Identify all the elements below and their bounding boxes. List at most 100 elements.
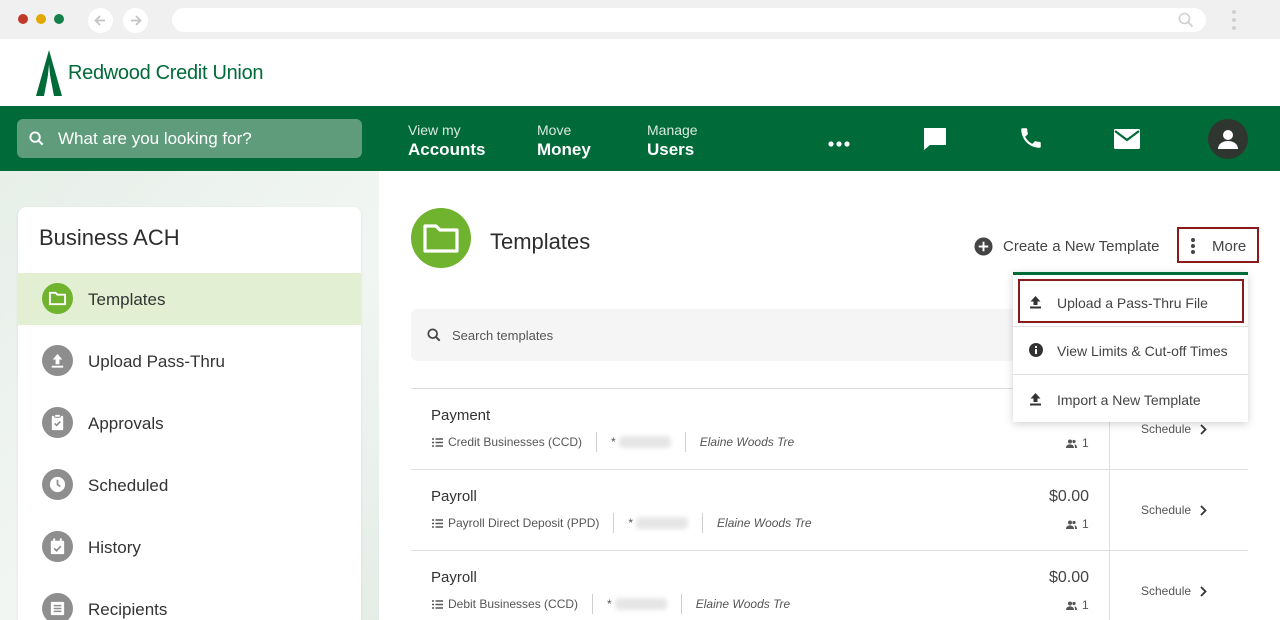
template-type: Payroll Direct Deposit (PPD) (448, 516, 600, 530)
address-bar[interactable] (172, 8, 1206, 32)
info-icon (1029, 343, 1043, 357)
template-amount: $0.00 (1048, 488, 1089, 505)
chevron-right-icon (1200, 504, 1207, 516)
menu-item-label: View Limits & Cut-off Times (1057, 343, 1228, 359)
search-icon (1178, 12, 1194, 28)
more-horizontal-icon[interactable] (827, 135, 851, 153)
global-search-input[interactable]: What are you looking for? (17, 119, 362, 158)
sidebar-item-label: Approvals (88, 414, 164, 433)
menu-item-view-limits[interactable]: View Limits & Cut-off Times (1013, 327, 1248, 375)
brand-name: Redwood Credit Union (68, 61, 264, 84)
user-avatar-icon[interactable] (1208, 119, 1248, 159)
search-icon (427, 328, 441, 342)
sidebar-item-label: Templates (88, 290, 166, 309)
window-close-dot[interactable] (18, 14, 28, 24)
sidebar-title: Business ACH (39, 225, 180, 250)
template-search-placeholder: Search templates (452, 328, 554, 343)
sidebar-item-label: Recipients (88, 600, 168, 619)
nav-manage-users-big: Users (647, 140, 695, 159)
plus-circle-icon (974, 236, 993, 256)
nav-view-accounts-small: View my (408, 122, 461, 138)
browser-forward-button[interactable] (123, 8, 148, 33)
template-users: 1 (1066, 598, 1089, 612)
account-prefix: * (628, 516, 634, 530)
template-user-count: 1 (1082, 436, 1089, 450)
logo-bar: Redwood Credit Union (0, 39, 1280, 106)
schedule-link[interactable]: Schedule (1141, 422, 1207, 436)
chevron-right-icon (1200, 585, 1207, 597)
folder-icon (42, 283, 73, 314)
sidebar-item-label: Upload Pass-Thru (88, 352, 226, 371)
template-meta: Payroll Direct Deposit (PPD) * Elaine Wo… (432, 513, 812, 533)
window-minimize-dot[interactable] (36, 14, 46, 24)
phone-icon[interactable] (1018, 125, 1044, 156)
users-icon (1066, 601, 1077, 610)
masked-account-number (618, 436, 671, 448)
browser-chrome (0, 0, 1280, 39)
template-type: Debit Businesses (CCD) (448, 597, 579, 611)
table-divider (411, 550, 1248, 551)
template-owner: Elaine Woods Tre (699, 435, 795, 449)
template-meta: Credit Businesses (CCD) * Elaine Woods T… (432, 432, 794, 452)
highlighted-menu-item-outline (1018, 279, 1244, 323)
template-name: Payroll (431, 569, 477, 586)
window-maximize-dot[interactable] (54, 14, 64, 24)
template-meta: Debit Businesses (CCD) * Elaine Woods Tr… (432, 594, 790, 614)
more-button[interactable]: More (1177, 227, 1259, 263)
list-icon (432, 599, 443, 609)
users-icon (1066, 439, 1077, 448)
schedule-link[interactable]: Schedule (1141, 584, 1207, 598)
calendar-check-icon (42, 531, 73, 562)
sidebar-item-label: Scheduled (88, 476, 169, 495)
template-owner: Elaine Woods Tre (717, 516, 812, 530)
schedule-label: Schedule (1141, 584, 1192, 598)
chat-icon[interactable] (921, 125, 949, 158)
sidebar: Business ACH Templates Upload Pass-Thru … (18, 207, 361, 620)
sidebar-item-templates[interactable]: Templates (18, 273, 361, 325)
nav-move-money-small: Move (537, 122, 572, 138)
search-placeholder: What are you looking for? (58, 129, 252, 148)
template-type: Credit Businesses (CCD) (448, 435, 583, 449)
redwood-logo[interactable]: Redwood Credit Union (34, 50, 264, 96)
template-users: 1 (1066, 517, 1089, 531)
sidebar-item-upload-pass-thru[interactable]: Upload Pass-Thru (18, 335, 361, 387)
sidebar-item-label: History (88, 538, 141, 557)
menu-item-import-template[interactable]: Import a New Template (1013, 376, 1248, 424)
schedule-link[interactable]: Schedule (1141, 503, 1207, 517)
kebab-menu-icon (1191, 238, 1195, 256)
nav-view-accounts[interactable]: View my Accounts (408, 122, 485, 160)
table-divider (411, 469, 1248, 470)
templates-folder-icon (411, 208, 471, 268)
menu-item-label: Import a New Template (1057, 392, 1201, 408)
sidebar-item-approvals[interactable]: Approvals (18, 397, 361, 449)
sidebar-item-scheduled[interactable]: Scheduled (18, 459, 361, 511)
template-owner: Elaine Woods Tre (695, 597, 791, 611)
list-icon (432, 437, 443, 447)
list-icon (432, 518, 443, 528)
account-prefix: * (611, 435, 616, 449)
nav-move-money[interactable]: Move Money (537, 122, 591, 160)
nav-manage-users[interactable]: Manage Users (647, 122, 698, 160)
account-prefix: * (607, 597, 612, 611)
browser-menu-icon[interactable] (1229, 8, 1239, 32)
nav-view-accounts-big: Accounts (408, 140, 486, 159)
template-name: Payment (431, 407, 491, 424)
template-search-input[interactable]: Search templates (411, 309, 1021, 361)
schedule-label: Schedule (1141, 503, 1192, 517)
schedule-label: Schedule (1141, 422, 1192, 436)
redwood-tree-logo-icon (36, 50, 62, 96)
more-label: More (1212, 238, 1247, 255)
browser-back-button[interactable] (88, 8, 113, 33)
nav-move-money-big: Money (537, 140, 591, 159)
template-user-count: 1 (1082, 517, 1089, 531)
users-icon (1066, 520, 1077, 529)
create-template-label: Create a New Template (1003, 237, 1160, 255)
create-template-button[interactable]: Create a New Template (974, 236, 1159, 256)
mail-icon[interactable] (1113, 128, 1141, 155)
sidebar-item-recipients[interactable]: Recipients (18, 583, 361, 620)
sidebar-item-history[interactable]: History (18, 521, 361, 573)
page-title: Templates (490, 229, 591, 254)
search-icon (29, 131, 44, 146)
chevron-right-icon (1200, 423, 1207, 435)
clock-icon (42, 469, 73, 500)
